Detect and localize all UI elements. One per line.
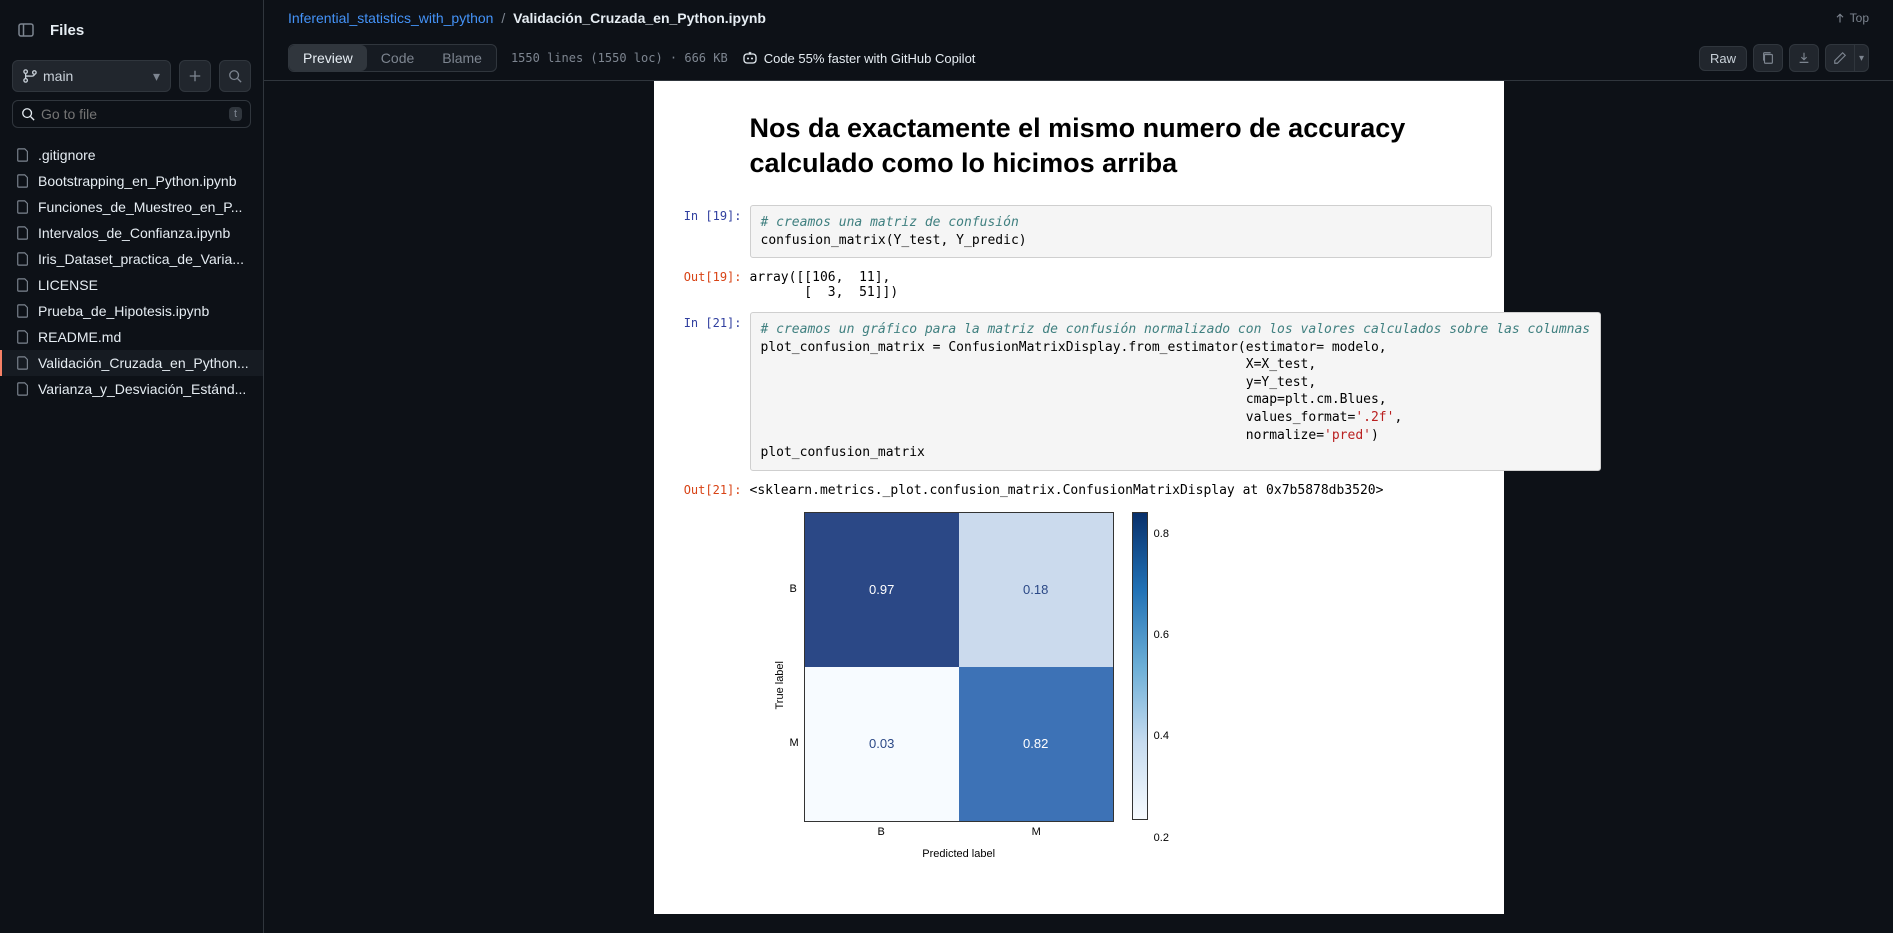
colorbar-tick: 0.2 bbox=[1154, 832, 1169, 844]
file-item[interactable]: Validación_Cruzada_en_Python... bbox=[0, 350, 263, 376]
file-icon bbox=[16, 382, 30, 396]
file-metadata: 1550 lines (1550 loc) · 666 KB bbox=[511, 51, 728, 65]
colorbar-tick: 0.4 bbox=[1154, 730, 1169, 742]
raw-button[interactable]: Raw bbox=[1699, 46, 1747, 71]
breadcrumb-current: Validación_Cruzada_en_Python.ipynb bbox=[513, 10, 766, 26]
file-name: Intervalos_de_Confianza.ipynb bbox=[38, 225, 230, 241]
colorbar: 0.8 0.6 0.4 0.2 bbox=[1132, 512, 1169, 860]
notebook-content: Nos da exactamente el mismo numero de ac… bbox=[654, 81, 1504, 914]
notebook-heading: Nos da exactamente el mismo numero de ac… bbox=[654, 111, 1504, 201]
file-item[interactable]: README.md bbox=[0, 324, 263, 350]
file-icon bbox=[16, 148, 30, 162]
search-files-button[interactable] bbox=[219, 60, 251, 92]
tab-preview[interactable]: Preview bbox=[289, 45, 367, 71]
file-name: Prueba_de_Hipotesis.ipynb bbox=[38, 303, 209, 319]
tab-code[interactable]: Code bbox=[367, 45, 428, 71]
file-search-box[interactable]: t bbox=[12, 100, 251, 128]
plot-xlabel: Predicted label bbox=[804, 838, 1114, 860]
file-item[interactable]: Bootstrapping_en_Python.ipynb bbox=[0, 168, 263, 194]
view-tabs: PreviewCodeBlame bbox=[288, 44, 497, 72]
file-icon bbox=[16, 200, 30, 214]
file-search-input[interactable] bbox=[41, 106, 223, 122]
cell-prompt-in: In [19]: bbox=[666, 205, 750, 258]
file-list: .gitignore Bootstrapping_en_Python.ipynb F… bbox=[0, 136, 263, 408]
file-icon bbox=[16, 278, 30, 292]
file-item[interactable]: Varianza_y_Desviación_Estánd... bbox=[0, 376, 263, 402]
heatmap-cell: 0.82 bbox=[959, 667, 1113, 821]
copy-icon bbox=[1761, 51, 1775, 65]
file-icon bbox=[16, 226, 30, 240]
ytick-label: M bbox=[790, 737, 799, 749]
breadcrumb: Inferential_statistics_with_python / Val… bbox=[288, 10, 766, 26]
file-icon bbox=[16, 174, 30, 188]
plus-icon bbox=[188, 69, 202, 83]
tab-blame[interactable]: Blame bbox=[428, 45, 496, 71]
search-icon bbox=[228, 69, 242, 83]
file-item[interactable]: Intervalos_de_Confianza.ipynb bbox=[0, 220, 263, 246]
code-cell: # creamos un gráfico para la matriz de c… bbox=[750, 312, 1602, 470]
confusion-matrix-plot: True label BM 0.970.180.030.82 BM Predic… bbox=[750, 502, 1492, 860]
file-name: LICENSE bbox=[38, 277, 98, 293]
file-item[interactable]: .gitignore bbox=[0, 142, 263, 168]
xtick-label: B bbox=[804, 826, 958, 838]
file-name: Validación_Cruzada_en_Python... bbox=[38, 355, 249, 371]
sidebar-collapse-icon bbox=[18, 22, 34, 38]
file-name: Varianza_y_Desviación_Estánd... bbox=[38, 381, 246, 397]
add-file-button[interactable] bbox=[179, 60, 211, 92]
download-icon bbox=[1797, 51, 1811, 65]
search-shortcut-key: t bbox=[229, 107, 242, 121]
search-icon bbox=[21, 107, 35, 121]
ytick-label: B bbox=[790, 583, 799, 595]
file-item[interactable]: LICENSE bbox=[0, 272, 263, 298]
plot-ylabel: True label bbox=[770, 661, 790, 710]
arrow-up-icon bbox=[1834, 12, 1846, 24]
colorbar-tick: 0.8 bbox=[1154, 528, 1169, 540]
cell-prompt-in: In [21]: bbox=[666, 312, 750, 470]
chevron-down-icon: ▾ bbox=[1859, 53, 1864, 64]
download-button[interactable] bbox=[1789, 44, 1819, 72]
cell-prompt-out: Out[19]: bbox=[666, 266, 750, 304]
breadcrumb-repo-link[interactable]: Inferential_statistics_with_python bbox=[288, 10, 493, 26]
edit-dropdown-button[interactable]: ▾ bbox=[1855, 44, 1869, 72]
colorbar-tick: 0.6 bbox=[1154, 629, 1169, 641]
branch-selector[interactable]: main ▾ bbox=[12, 60, 171, 92]
file-name: Funciones_de_Muestreo_en_P... bbox=[38, 199, 242, 215]
heatmap-cell: 0.97 bbox=[805, 513, 959, 667]
file-name: .gitignore bbox=[38, 147, 96, 163]
file-item[interactable]: Funciones_de_Muestreo_en_P... bbox=[0, 194, 263, 220]
output-text: array([[106, 11], [ 3, 51]]) bbox=[750, 266, 1492, 304]
collapse-sidebar-button[interactable] bbox=[12, 16, 40, 44]
file-item[interactable]: Prueba_de_Hipotesis.ipynb bbox=[0, 298, 263, 324]
scroll-to-top-button[interactable]: Top bbox=[1834, 11, 1869, 25]
copilot-icon bbox=[742, 50, 758, 66]
chevron-down-icon: ▾ bbox=[153, 68, 160, 85]
cell-prompt-out: Out[21]: bbox=[666, 479, 750, 860]
copy-button[interactable] bbox=[1753, 44, 1783, 72]
branch-name: main bbox=[43, 68, 73, 84]
sidebar-title: Files bbox=[50, 22, 84, 39]
xtick-label: M bbox=[959, 826, 1113, 838]
pencil-icon bbox=[1833, 51, 1847, 65]
file-sidebar: Files main ▾ t .gitignore Bootstrapping_e… bbox=[0, 0, 264, 933]
heatmap-cell: 0.03 bbox=[805, 667, 959, 821]
file-icon bbox=[16, 304, 30, 318]
file-icon bbox=[16, 252, 30, 266]
git-branch-icon bbox=[23, 69, 37, 83]
file-icon bbox=[16, 356, 30, 370]
file-name: Iris_Dataset_practica_de_Varia... bbox=[38, 251, 244, 267]
output-text: <sklearn.metrics._plot.confusion_matrix.… bbox=[750, 479, 1492, 502]
code-cell: # creamos una matriz de confusión confus… bbox=[750, 205, 1492, 258]
edit-button[interactable] bbox=[1825, 44, 1855, 72]
file-name: Bootstrapping_en_Python.ipynb bbox=[38, 173, 236, 189]
copilot-promo[interactable]: Code 55% faster with GitHub Copilot bbox=[742, 50, 976, 66]
heatmap-cell: 0.18 bbox=[959, 513, 1113, 667]
file-icon bbox=[16, 330, 30, 344]
file-name: README.md bbox=[38, 329, 121, 345]
file-item[interactable]: Iris_Dataset_practica_de_Varia... bbox=[0, 246, 263, 272]
